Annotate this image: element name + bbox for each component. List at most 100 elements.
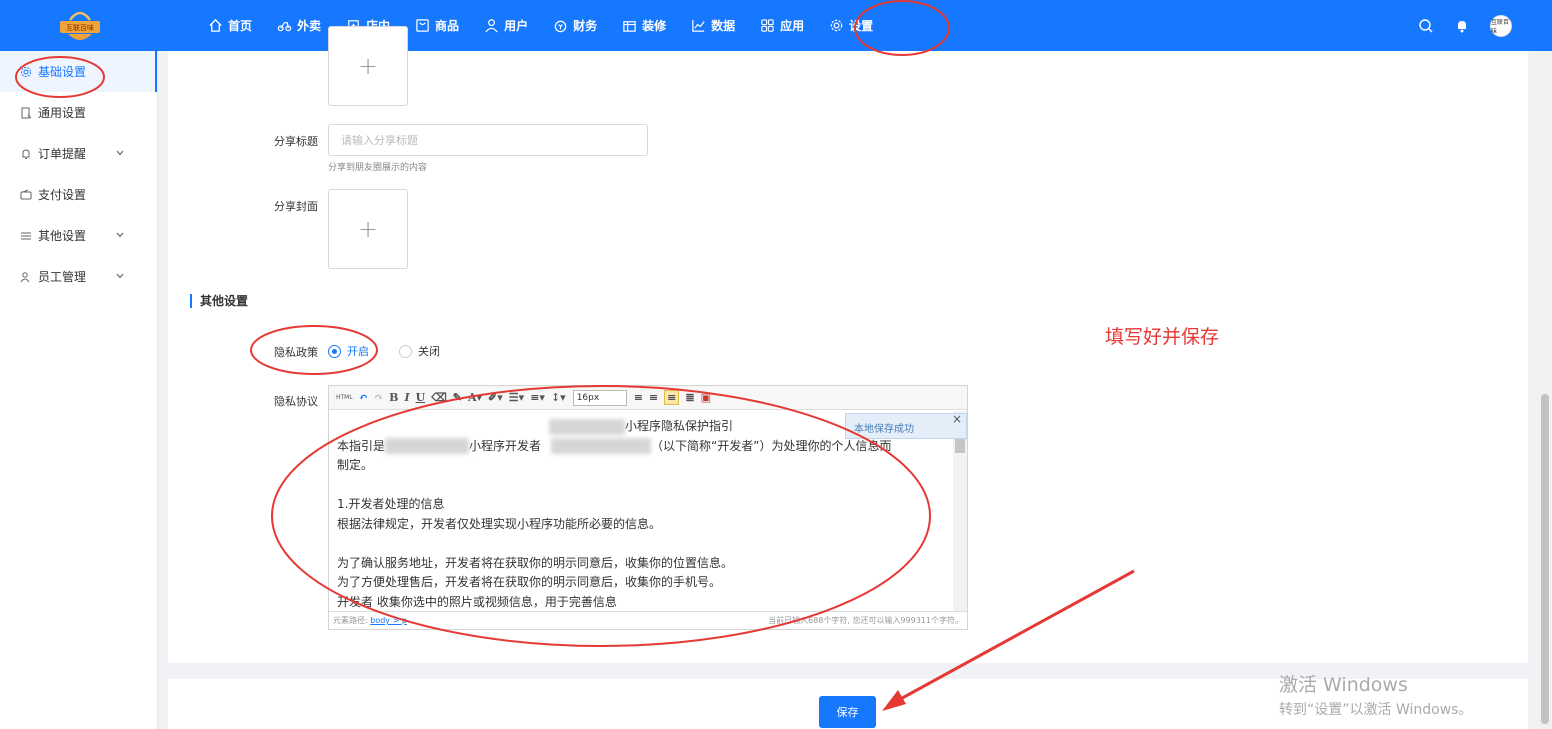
- sidebar-item-label: 通用设置: [38, 106, 87, 120]
- editor-line: 根据法律规定，开发者仅处理实现小程序功能所必要的信息。: [337, 516, 662, 531]
- editor-title-text: 小程序隐私保护指引: [624, 419, 733, 433]
- nav-user[interactable]: 用户: [476, 0, 536, 51]
- format-brush-icon[interactable]: ✎: [453, 391, 462, 404]
- editor-line: 1.开发者处理的信息: [337, 497, 445, 511]
- privacy-on-radio[interactable]: [328, 344, 341, 358]
- doc-icon: [21, 107, 32, 118]
- other-settings-section-title: 其他设置: [190, 294, 248, 308]
- windows-activation-watermark: 激活 Windows 转到“设置”以激活 Windows。: [1279, 670, 1472, 719]
- save-button[interactable]: 保存: [819, 696, 876, 728]
- sidebar-item-order-reminder[interactable]: 订单提醒: [0, 133, 157, 174]
- line-height-icon[interactable]: ↕▾: [551, 391, 566, 404]
- element-path: 元素路径: body > p: [333, 615, 407, 626]
- editor-toolbar: HTML ↶ ↷ B I U ⌫ ✎ A▾ ✐▾ ☰▾ ≡▾ ↕▾ 16px ≡…: [329, 386, 967, 410]
- bell-icon: [22, 148, 30, 159]
- sidebar-item-staff-management[interactable]: 员工管理: [0, 256, 157, 297]
- share-title-input[interactable]: [328, 124, 648, 156]
- sidebar-item-label: 订单提醒: [38, 147, 87, 161]
- nav-takeout[interactable]: 外卖: [269, 0, 329, 51]
- sidebar-item-basic-settings[interactable]: 基础设置: [0, 51, 157, 92]
- nav-label: 数据: [711, 19, 736, 33]
- redacted-text: [551, 438, 652, 454]
- page-scroll-thumb[interactable]: [1541, 394, 1549, 724]
- logo-text: 互联百味: [66, 23, 94, 32]
- editor-statusbar: 元素路径: body > p 当前已输入688个字符, 您还可以输入999311…: [329, 611, 967, 629]
- privacy-on-label[interactable]: 开启: [347, 343, 369, 359]
- nav-label: 应用: [780, 19, 805, 33]
- close-icon[interactable]: ×: [952, 412, 962, 426]
- editor-blank-line: [337, 476, 945, 496]
- sidebar-item-payment-settings[interactable]: 支付设置: [0, 174, 157, 215]
- align-center-icon[interactable]: ≡: [664, 390, 680, 405]
- nav-label: 外卖: [297, 19, 322, 33]
- image-icon[interactable]: ▣: [701, 391, 711, 404]
- wallet-icon: [20, 189, 32, 199]
- unordered-list-icon[interactable]: ≡▾: [530, 391, 545, 404]
- page-scrollbar[interactable]: [1538, 51, 1552, 729]
- bell-icon[interactable]: [1454, 18, 1470, 34]
- takeout-icon: [277, 22, 292, 32]
- char-counter: 当前已输入688个字符, 您还可以输入999311个字符。: [768, 616, 963, 625]
- chevron-down-icon[interactable]: [115, 148, 125, 158]
- main-nav: 首页 外卖 店内 商品 用户 财务 装修 数据: [200, 0, 890, 51]
- eraser-icon[interactable]: ⌫: [431, 391, 447, 404]
- font-size-select[interactable]: 16px: [572, 389, 627, 406]
- top-navbar: 互联百味 首页 外卖 店内 商品 用户 财务 装修: [0, 0, 1552, 51]
- user-icon: [485, 19, 498, 33]
- gear-icon: [830, 19, 843, 32]
- highlight-icon[interactable]: ✐▾: [488, 391, 503, 404]
- redacted-text: [548, 418, 625, 435]
- nav-label: 装修: [642, 19, 667, 33]
- sidebar-item-other-settings[interactable]: 其他设置: [0, 215, 157, 256]
- editor-text: 小程序开发者: [469, 438, 542, 453]
- nav-label: 设置: [849, 19, 874, 33]
- share-title-label: 分享标题: [274, 135, 318, 148]
- nav-data[interactable]: 数据: [683, 0, 743, 51]
- editor-scrollbar[interactable]: [953, 411, 967, 611]
- editor-line: 为了确认服务地址，开发者将在获取你的明示同意后，收集你的位置信息。: [337, 555, 734, 570]
- staff-icon: [20, 271, 30, 282]
- gear-icon: [21, 66, 31, 77]
- nav-home[interactable]: 首页: [200, 0, 260, 51]
- element-path-link[interactable]: body > p: [370, 616, 407, 625]
- editor-blank-line: [337, 534, 945, 554]
- sidebar-item-label: 员工管理: [38, 270, 87, 284]
- html-source-button[interactable]: HTML: [336, 394, 353, 401]
- align-justify-icon[interactable]: ≣: [685, 391, 694, 404]
- nav-decorate[interactable]: 装修: [614, 0, 674, 51]
- share-cover-label: 分享封面: [274, 200, 318, 213]
- privacy-agreement-label: 隐私协议: [274, 395, 318, 408]
- nav-goods[interactable]: 商品: [407, 0, 467, 51]
- align-right-icon[interactable]: ≡: [649, 391, 658, 404]
- finance-icon: [554, 20, 567, 33]
- ordered-list-icon[interactable]: ☰▾: [509, 391, 524, 404]
- privacy-off-label[interactable]: 关闭: [418, 343, 440, 359]
- nav-settings[interactable]: 设置: [821, 0, 881, 51]
- logo[interactable]: 互联百味: [52, 4, 108, 48]
- redacted-text: [385, 438, 470, 454]
- avatar[interactable]: 互联百味: [1490, 14, 1512, 37]
- nav-apps[interactable]: 应用: [752, 0, 812, 51]
- privacy-off-radio[interactable]: [399, 344, 412, 358]
- search-icon[interactable]: [1418, 18, 1434, 34]
- chevron-down-icon[interactable]: [115, 271, 125, 281]
- sidebar-item-general-settings[interactable]: 通用设置: [0, 92, 157, 133]
- nav-label: 首页: [228, 19, 253, 33]
- bold-icon[interactable]: B: [389, 391, 398, 404]
- font-color-icon[interactable]: A▾: [468, 391, 482, 404]
- redo-icon[interactable]: ↷: [374, 391, 383, 404]
- nav-finance[interactable]: 财务: [545, 0, 605, 51]
- editor-content[interactable]: 小程序隐私保护指引 本指引是 小程序开发者 （以下简称“开发者”）为处理你的个人信息…: [329, 411, 953, 611]
- share-cover-upload[interactable]: +: [328, 189, 408, 269]
- goods-icon: [416, 19, 429, 32]
- sidebar-item-label: 基础设置: [38, 65, 87, 79]
- align-left-icon[interactable]: ≡: [634, 391, 643, 404]
- italic-icon[interactable]: I: [404, 391, 409, 404]
- decorate-icon: [623, 21, 636, 32]
- undo-icon[interactable]: ↶: [359, 391, 368, 404]
- chevron-down-icon[interactable]: [115, 230, 125, 240]
- element-path-label: 元素路径:: [333, 616, 368, 625]
- underline-icon[interactable]: U: [416, 391, 426, 404]
- save-toast: 本地保存成功 ×: [845, 412, 967, 439]
- image-upload-box[interactable]: +: [328, 26, 408, 106]
